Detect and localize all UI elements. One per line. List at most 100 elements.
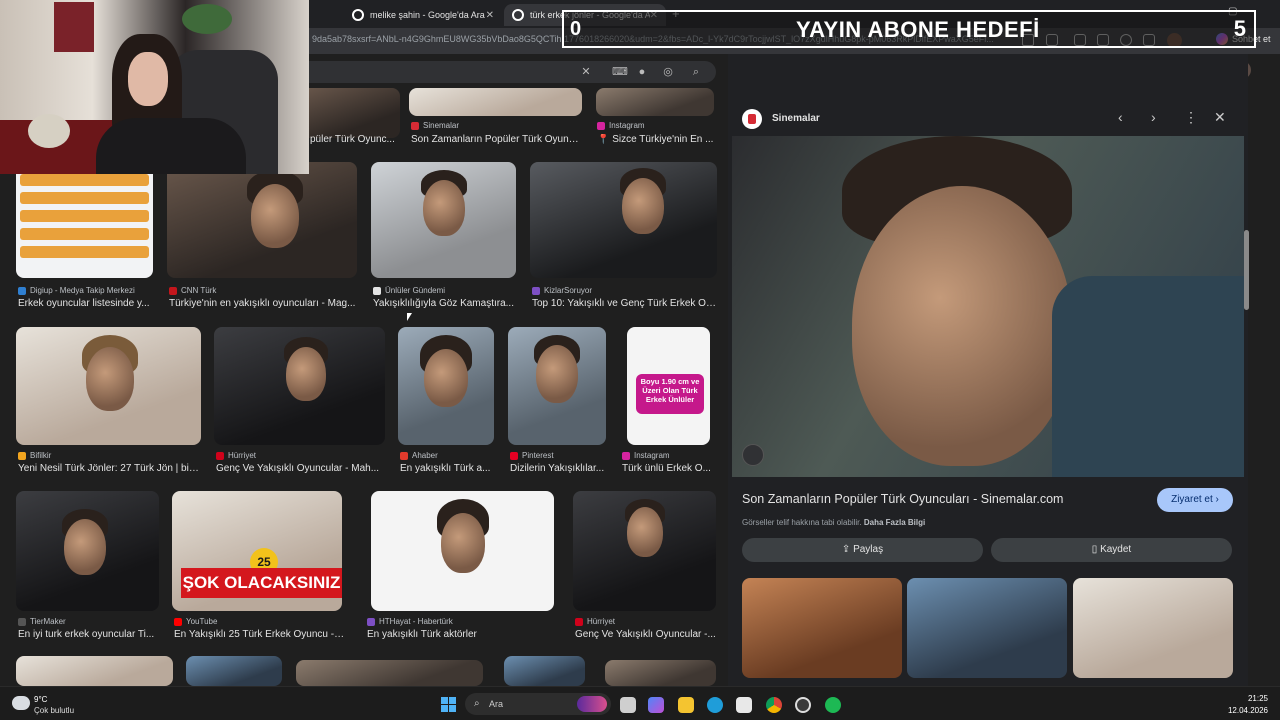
result-caption[interactable]: 📍 Sizce Türkiye'nin En ... <box>597 134 715 145</box>
weather-temp[interactable]: 9°C <box>34 695 47 704</box>
panel-scrollbar[interactable] <box>1244 112 1249 672</box>
file-explorer-icon[interactable] <box>678 697 694 713</box>
result-image[interactable] <box>596 88 714 116</box>
share-button[interactable]: ⇪ Paylaş <box>742 538 983 562</box>
result-image[interactable] <box>371 491 554 611</box>
result-caption[interactable]: Türkiye'nin en yakışıklı oyuncuları - Ma… <box>169 298 357 309</box>
scrollbar-thumb[interactable] <box>1244 230 1249 310</box>
result-image[interactable] <box>16 656 173 686</box>
chrome-icon[interactable] <box>766 697 782 713</box>
result-image[interactable] <box>296 660 483 686</box>
result-image[interactable] <box>214 327 385 445</box>
visit-button[interactable]: Ziyaret et › <box>1157 488 1233 512</box>
preview-image[interactable] <box>732 136 1244 477</box>
result-image[interactable] <box>508 327 606 445</box>
google-favicon-icon <box>352 9 364 21</box>
search-input[interactable]: ✕ ⌨ ● ◎ ⌕ <box>290 61 716 83</box>
start-button-icon[interactable] <box>441 697 456 712</box>
microphone-icon[interactable]: ● <box>636 66 648 78</box>
save-label: Kaydet <box>1100 544 1132 555</box>
result-source: Hürriyet <box>575 617 615 626</box>
previous-image-icon[interactable]: ‹ <box>1118 109 1123 125</box>
search-icon[interactable]: ⌕ <box>690 66 702 78</box>
result-image[interactable] <box>409 88 582 116</box>
clear-icon[interactable]: ✕ <box>580 66 592 78</box>
result-image[interactable] <box>605 660 716 686</box>
result-image[interactable] <box>167 162 357 278</box>
more-info-link[interactable]: Daha Fazla Bilgi <box>864 518 925 527</box>
result-caption[interactable]: Yakışıklılığıyla Göz Kamaştıra... <box>373 298 518 309</box>
goal-current: 0 <box>570 18 582 40</box>
result-image[interactable] <box>300 88 400 138</box>
tab-melike-sahin[interactable]: melike şahin - Google'da Ara ✕ <box>344 4 502 26</box>
result-caption[interactable]: püler Türk Oyunc... <box>310 134 398 145</box>
result-caption[interactable]: Top 10: Yakışıklı ve Genç Türk Erkek Oy.… <box>532 298 718 309</box>
result-caption[interactable]: En Yakışıklı 25 Türk Erkek Oyuncu -E... <box>174 629 346 640</box>
result-image[interactable] <box>371 162 516 278</box>
clock-date[interactable]: 12.04.2026 <box>1224 706 1268 715</box>
preview-title[interactable]: Son Zamanların Popüler Türk Oyuncuları -… <box>742 492 1063 506</box>
result-caption[interactable]: Son Zamanların Popüler Türk Oyunc... <box>411 134 581 145</box>
result-caption[interactable]: Dizilerin Yakışıklılar... <box>510 463 607 474</box>
taskbar-search[interactable]: ⌕ Ara <box>465 693 611 715</box>
panel-source-name[interactable]: Sinemalar <box>772 113 820 124</box>
result-caption[interactable]: Türk ünlü Erkek O... <box>622 463 716 474</box>
cloud-icon[interactable] <box>12 696 30 710</box>
related-image[interactable] <box>742 578 902 678</box>
result-source: Instagram <box>597 121 645 130</box>
result-image[interactable] <box>16 162 153 278</box>
result-caption[interactable]: Genç Ve Yakışıklı Oyuncular -... <box>575 629 717 640</box>
related-image[interactable] <box>1073 578 1233 678</box>
result-caption[interactable]: En yakışıklı Türk aktörler <box>367 629 553 640</box>
save-button[interactable]: ▯ Kaydet <box>991 538 1232 562</box>
source-label: HTHayat - Habertürk <box>379 617 453 626</box>
store-icon[interactable] <box>736 697 752 713</box>
search-icon: ⌕ <box>474 698 480 709</box>
instagram-favicon-icon <box>622 451 630 460</box>
close-tab-icon[interactable]: ✕ <box>486 10 494 21</box>
keyboard-icon[interactable]: ⌨ <box>612 66 628 78</box>
source-label: CNN Türk <box>181 286 217 295</box>
tab-title: melike şahin - Google'da Ara <box>370 10 485 20</box>
source-label: Instagram <box>609 121 645 130</box>
result-caption[interactable]: En iyi turk erkek oyuncular Ti... <box>18 629 159 640</box>
result-caption[interactable]: Yeni Nesil Türk Jönler: 27 Türk Jön | bi… <box>18 463 201 474</box>
lens-icon[interactable]: ◎ <box>662 66 674 78</box>
copilot-app-icon[interactable] <box>648 697 664 713</box>
source-label: Digiup - Medya Takip Merkezi <box>30 286 135 295</box>
task-view-icon[interactable] <box>620 697 636 713</box>
result-caption[interactable]: Genç Ve Yakışıklı Oyuncular - Mah... <box>216 463 386 474</box>
image-preview-panel: Sinemalar ‹ › ⋮ ✕ Son Zamanların Popüler… <box>728 54 1248 686</box>
youtube-favicon-icon <box>174 617 182 626</box>
clock-time[interactable]: 21:25 <box>1224 694 1268 703</box>
result-image[interactable] <box>398 327 494 445</box>
result-image[interactable] <box>530 162 717 278</box>
obs-icon[interactable] <box>795 697 811 713</box>
windows-taskbar: 9°C Çok bulutlu ⌕ Ara 21:25 12.04.2026 <box>0 686 1280 720</box>
next-image-icon[interactable]: › <box>1151 109 1156 125</box>
result-image[interactable] <box>573 491 716 611</box>
tiermaker-favicon-icon <box>18 617 26 626</box>
visit-label: Ziyaret et <box>1171 494 1213 505</box>
more-options-icon[interactable]: ⋮ <box>1184 109 1198 126</box>
taskbar-search-label: Ara <box>489 699 504 709</box>
copyright-text: Görseller telif hakkına tabi olabilir. <box>742 518 862 527</box>
digiup-favicon-icon <box>18 286 26 295</box>
result-caption[interactable]: En yakışıklı Türk a... <box>400 463 496 474</box>
close-panel-icon[interactable]: ✕ <box>1214 109 1226 126</box>
lens-search-icon[interactable] <box>742 444 764 466</box>
source-label: YouTube <box>186 617 218 626</box>
weather-desc[interactable]: Çok bulutlu <box>34 706 74 715</box>
source-label: Hürriyet <box>587 617 616 626</box>
bifilkir-favicon-icon <box>18 451 26 460</box>
result-source: Ünlüler Gündemi <box>373 286 445 295</box>
result-image[interactable] <box>504 656 585 686</box>
spotify-icon[interactable] <box>825 697 841 713</box>
source-label: TierMaker <box>30 617 66 626</box>
result-image[interactable] <box>186 656 282 686</box>
result-caption[interactable]: Erkek oyuncular listesinde y... <box>18 298 153 309</box>
edge-icon[interactable] <box>707 697 723 713</box>
result-image[interactable] <box>16 327 201 445</box>
related-image[interactable] <box>907 578 1067 678</box>
result-image[interactable] <box>16 491 159 611</box>
